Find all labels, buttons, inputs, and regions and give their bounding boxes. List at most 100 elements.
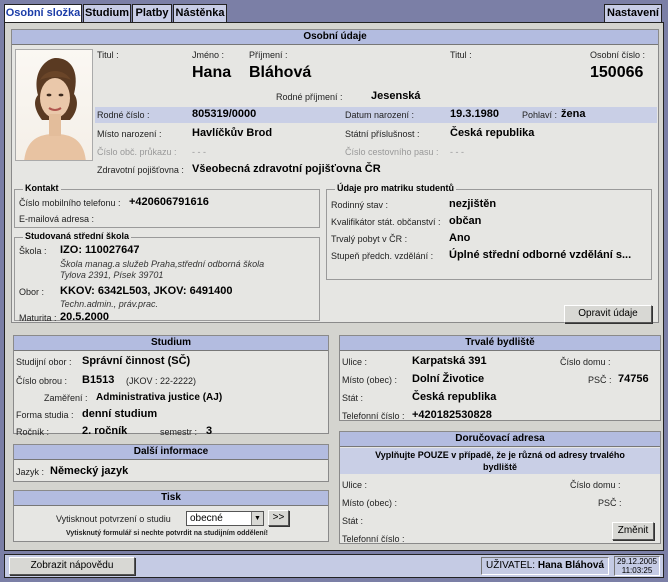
- zmenit-button[interactable]: Změnit: [612, 522, 654, 540]
- perm-psc-value: 74756: [618, 373, 649, 385]
- skola-line1: Škola manag.a služeb Praha,střední odbor…: [60, 259, 265, 269]
- personal-panel: Osobní údaje Titul : Jméno : Příjmení : …: [11, 29, 659, 323]
- datum-narozeni-value: 19.3.1980: [450, 108, 499, 120]
- personal-header: Osobní údaje: [12, 30, 658, 45]
- rocnik-label: Ročník :: [16, 427, 50, 437]
- tab-platby[interactable]: Platby: [132, 4, 172, 22]
- rodinny-stav-value: nezjištěn: [449, 198, 497, 210]
- cislo-pasu-value: - - -: [450, 147, 464, 157]
- rodne-prijmeni-label: Rodné příjmení :: [276, 92, 343, 102]
- mobile-label: Číslo mobilního telefonu :: [19, 198, 121, 208]
- opravit-udaje-button[interactable]: Opravit údaje: [564, 305, 652, 323]
- rocnik-value: 2. ročník: [82, 425, 128, 437]
- forma-label: Forma studia :: [16, 410, 74, 420]
- print-header: Tisk: [14, 491, 328, 506]
- perm-telefon-value: +420182530828: [412, 409, 492, 421]
- statni-prislusnost-label: Státní příslušnost :: [345, 129, 420, 139]
- extra-header: Další informace: [14, 445, 328, 460]
- print-note: Vytisknutý formulář si nechte potvrdit n…: [66, 530, 268, 537]
- perm-stat-label: Stát :: [342, 393, 364, 403]
- chevron-down-icon[interactable]: ▼: [251, 512, 263, 525]
- mailing-header: Doručovací adresa: [340, 432, 660, 447]
- kvalifikator-label: Kvalifikátor stát. občanství :: [331, 217, 441, 227]
- time-value: 11:03:25: [621, 566, 653, 575]
- perm-psc-label: PSČ :: [588, 375, 612, 385]
- zamereni-value: Administrativa justice (AJ): [96, 392, 223, 403]
- extra-panel: Další informace Jazyk : Německý jazyk: [13, 444, 329, 482]
- zamereni-label: Zaměření :: [44, 393, 88, 403]
- print-type-select[interactable]: obecné ▼: [186, 511, 264, 526]
- user-box: UŽIVATEL: Hana Bláhová: [481, 557, 609, 575]
- jmeno-label: Jméno :: [192, 50, 225, 60]
- datum-narozeni-label: Datum narození :: [345, 110, 415, 120]
- jazyk-label: Jazyk :: [16, 467, 45, 477]
- main-content: Osobní údaje Titul : Jméno : Příjmení : …: [4, 22, 664, 551]
- cislo-op-value: - - -: [192, 147, 206, 157]
- izo-value: IZO: 110027647: [60, 244, 140, 256]
- cislo-obor-value: B1513: [82, 374, 115, 386]
- tab-nastenka[interactable]: Nástěnka: [173, 4, 227, 22]
- statni-prislusnost-value: Česká republika: [450, 127, 535, 139]
- study-obor-value: Správní činnost (SČ): [82, 355, 191, 367]
- tab-osobni-slozka[interactable]: Osobní složka: [4, 4, 82, 23]
- help-button[interactable]: Zobrazit nápovědu: [9, 557, 135, 575]
- rodne-cislo-label: Rodné číslo :: [97, 110, 150, 120]
- study-header: Studium: [14, 336, 328, 351]
- contact-title: Kontakt: [23, 183, 61, 193]
- rodinny-stav-label: Rodinný stav :: [331, 200, 389, 210]
- titul-label: Titul :: [97, 50, 119, 60]
- print-go-button[interactable]: >>: [268, 510, 289, 526]
- obor-value: KKOV: 6342L503, JKOV: 6491400: [60, 285, 233, 297]
- print-label: Vytisknout potvrzení o studiu: [56, 514, 171, 524]
- stupen-value: Úplné střední odborné vzdělání s...: [449, 249, 632, 261]
- print-type-selected: obecné: [190, 513, 223, 524]
- misto-narozeni-label: Místo narození :: [97, 129, 162, 139]
- student-photo: [15, 49, 93, 161]
- mail-misto-label: Místo (obec) :: [342, 498, 398, 508]
- mail-telefon-label: Telefonní číslo :: [342, 534, 405, 544]
- perm-misto-label: Místo (obec) :: [342, 375, 398, 385]
- trvaly-pobyt-value: Ano: [449, 232, 471, 244]
- personal-body: Titul : Jméno : Příjmení : Titul : Osobn…: [12, 46, 658, 323]
- photo-portrait-icon: [24, 58, 86, 160]
- permanent-header: Trvalé bydliště: [340, 336, 660, 351]
- semestr-label: semestr :: [160, 427, 198, 437]
- mailing-panel: Doručovací adresa Vyplňujte POUZE v příp…: [339, 431, 661, 544]
- osobni-cislo-label: Osobní číslo :: [590, 50, 646, 60]
- titul2-label: Titul :: [450, 50, 472, 60]
- study-obor-label: Studijní obor :: [16, 357, 72, 367]
- maturita-label: Maturita :: [19, 313, 57, 323]
- prijmeni-label: Příjmení :: [249, 50, 288, 60]
- rodne-prijmeni-value: Jesenská: [371, 90, 421, 102]
- pojistovna-value: Všeobecná zdravotní pojišťovna ČR: [192, 163, 381, 175]
- mailing-note: Vyplňujte POUZE v případě, že je různá o…: [340, 448, 660, 474]
- pohlavi-value: žena: [561, 108, 586, 120]
- email-label: E-mailová adresa :: [19, 214, 95, 224]
- kvalifikator-value: občan: [449, 215, 482, 227]
- skola-line2: Tylova 2391, Písek 39701: [60, 270, 164, 280]
- permanent-panel: Trvalé bydliště Ulice : Karpatská 391 Čí…: [339, 335, 661, 421]
- obor-label: Obor :: [19, 287, 45, 297]
- perm-ulice-label: Ulice :: [342, 357, 368, 367]
- pohlavi-label: Pohlaví :: [522, 110, 558, 120]
- cislo-op-label: Číslo obč. průkazu :: [97, 147, 177, 157]
- tab-studium[interactable]: Studium: [83, 4, 131, 22]
- jazyk-value: Německý jazyk: [50, 465, 129, 477]
- user-name: Hana Bláhová: [537, 560, 605, 571]
- perm-ulice-value: Karpatská 391: [412, 355, 487, 367]
- trvaly-pobyt-label: Trvalý pobyt v ČR :: [331, 234, 408, 244]
- osobni-cislo-value: 150066: [590, 64, 644, 81]
- matrika-title: Údaje pro matriku studentů: [335, 183, 457, 193]
- pojistovna-label: Zdravotní pojišťovna :: [97, 165, 184, 175]
- prijmeni-value: Bláhová: [249, 64, 312, 81]
- perm-misto-value: Dolní Životice: [412, 373, 485, 385]
- user-label: UŽIVATEL:: [486, 560, 536, 571]
- mail-psc-label: PSČ :: [598, 498, 622, 508]
- jmeno-value: Hana: [192, 64, 232, 81]
- print-panel: Tisk Vytisknout potvrzení o studiu obecn…: [13, 490, 329, 542]
- skola-label: Škola :: [19, 246, 47, 256]
- cislo-obor-label: Číslo obrou :: [16, 376, 68, 386]
- tab-nastaveni[interactable]: Nastavení: [604, 4, 662, 22]
- jkov-value: (JKOV : 22-2222): [126, 376, 197, 386]
- perm-telefon-label: Telefonní číslo :: [342, 411, 405, 421]
